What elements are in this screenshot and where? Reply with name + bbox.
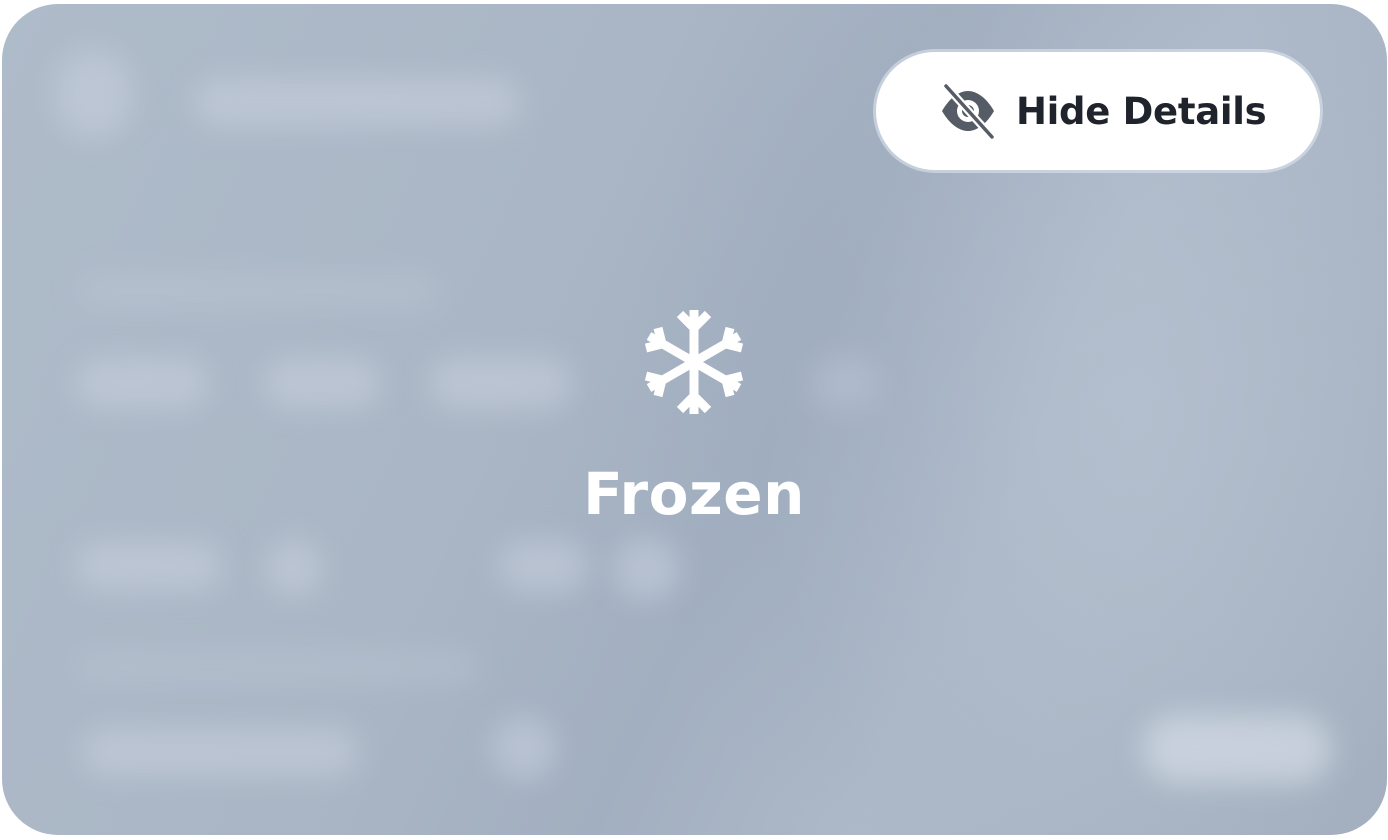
- hide-details-button[interactable]: Hide Details: [876, 52, 1320, 170]
- blurred-logo: [54, 48, 134, 140]
- eye-slash-icon: [942, 82, 996, 141]
- frozen-status: Frozen: [0, 306, 1388, 528]
- blurred-cvv: [498, 540, 588, 592]
- blurred-expiry: [74, 540, 224, 592]
- frozen-status-label: Frozen: [583, 460, 805, 528]
- blurred-holder-name: [80, 726, 360, 778]
- blurred-card-name: [192, 76, 522, 128]
- snowflake-icon: [644, 310, 744, 414]
- hide-details-label: Hide Details: [1016, 89, 1267, 133]
- blurred-expiry-dot: [264, 538, 324, 598]
- blurred-network-logo: [1142, 714, 1332, 784]
- blurred-cvv-dot: [614, 538, 680, 600]
- blurred-label-row: [78, 274, 438, 308]
- blurred-label-row-2: [78, 652, 478, 682]
- blurred-holder-dot: [492, 716, 556, 780]
